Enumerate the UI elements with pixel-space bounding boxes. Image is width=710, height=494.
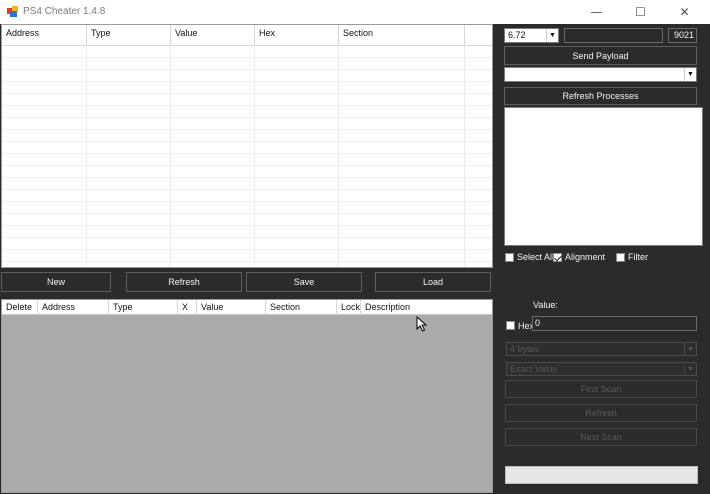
column-header-lock[interactable]: Lock <box>337 300 361 315</box>
column-header-section[interactable]: Section <box>339 25 465 45</box>
column-header-hex[interactable]: Hex <box>255 25 339 45</box>
result-table[interactable]: Address Type Value Hex Section <box>1 24 493 268</box>
ip-address-input[interactable] <box>564 28 663 43</box>
column-header-value[interactable]: Value <box>197 300 266 315</box>
compare-type-value: Exact Value <box>510 364 558 374</box>
select-all-checkbox[interactable] <box>505 253 514 262</box>
hex-checkbox[interactable] <box>506 321 515 330</box>
saved-table-header: Delete Address Type X Value Section Lock… <box>2 300 492 315</box>
filter-label: Filter <box>628 252 648 262</box>
scan-progress-bar <box>505 466 698 484</box>
send-payload-button[interactable]: Send Payload <box>504 46 697 65</box>
column-divider <box>170 45 171 267</box>
save-button[interactable]: Save <box>246 272 362 292</box>
firmware-version-value: 6.72 <box>508 30 526 40</box>
port-input[interactable]: 9021 <box>668 28 697 43</box>
filter-checkbox[interactable] <box>616 253 625 262</box>
load-button[interactable]: Load <box>375 272 491 292</box>
column-header-x[interactable]: X <box>178 300 197 315</box>
new-button[interactable]: New <box>1 272 111 292</box>
value-type-select[interactable]: 4 bytes ▼ <box>506 342 697 356</box>
alignment-label: Alignment <box>565 252 606 262</box>
value-label: Value: <box>533 300 558 310</box>
refresh-button[interactable]: Refresh <box>126 272 242 292</box>
process-select[interactable]: ▼ <box>504 67 697 82</box>
column-header-section[interactable]: Section <box>266 300 337 315</box>
minimize-button[interactable]: — <box>574 0 619 24</box>
value-type-value: 4 bytes <box>510 344 540 354</box>
app-icon <box>7 6 18 17</box>
firmware-version-select[interactable]: 6.72 ▼ <box>504 28 559 43</box>
select-all-label: Select All <box>517 252 555 262</box>
column-header-description[interactable]: Description <box>361 300 492 315</box>
column-divider <box>254 45 255 267</box>
close-button[interactable]: ✕ <box>662 0 707 24</box>
next-scan-button[interactable]: Next Scan <box>505 428 697 446</box>
chevron-down-icon: ▼ <box>546 29 558 42</box>
window-title: PS4 Cheater 1.4.8 <box>23 6 106 17</box>
column-header-delete[interactable]: Delete <box>2 300 38 315</box>
compare-type-select[interactable]: Exact Value ▼ <box>506 362 697 376</box>
column-header-value[interactable]: Value <box>171 25 255 45</box>
maximize-button[interactable]: ☐ <box>618 0 663 24</box>
result-table-header: Address Type Value Hex Section <box>2 25 492 46</box>
chevron-down-icon: ▼ <box>684 363 696 375</box>
result-table-rows <box>2 46 492 267</box>
refresh-processes-button[interactable]: Refresh Processes <box>504 87 697 105</box>
column-header-type[interactable]: Type <box>109 300 178 315</box>
section-list[interactable] <box>504 107 703 246</box>
column-header-address[interactable]: Address <box>38 300 109 315</box>
chevron-down-icon: ▼ <box>684 68 696 81</box>
column-divider <box>338 45 339 267</box>
column-divider <box>86 45 87 267</box>
column-header-address[interactable]: Address <box>2 25 87 45</box>
chevron-down-icon: ▼ <box>684 343 696 355</box>
first-scan-button[interactable]: First Scan <box>505 380 697 398</box>
scan-value-input[interactable]: 0 <box>532 316 697 331</box>
refresh-scan-button[interactable]: Refresh <box>505 404 697 422</box>
column-header-type[interactable]: Type <box>87 25 171 45</box>
title-bar: PS4 Cheater 1.4.8 — ☐ ✕ <box>0 0 710 24</box>
mouse-cursor-icon <box>416 316 428 332</box>
alignment-checkbox[interactable] <box>553 253 562 262</box>
column-divider <box>464 45 465 267</box>
